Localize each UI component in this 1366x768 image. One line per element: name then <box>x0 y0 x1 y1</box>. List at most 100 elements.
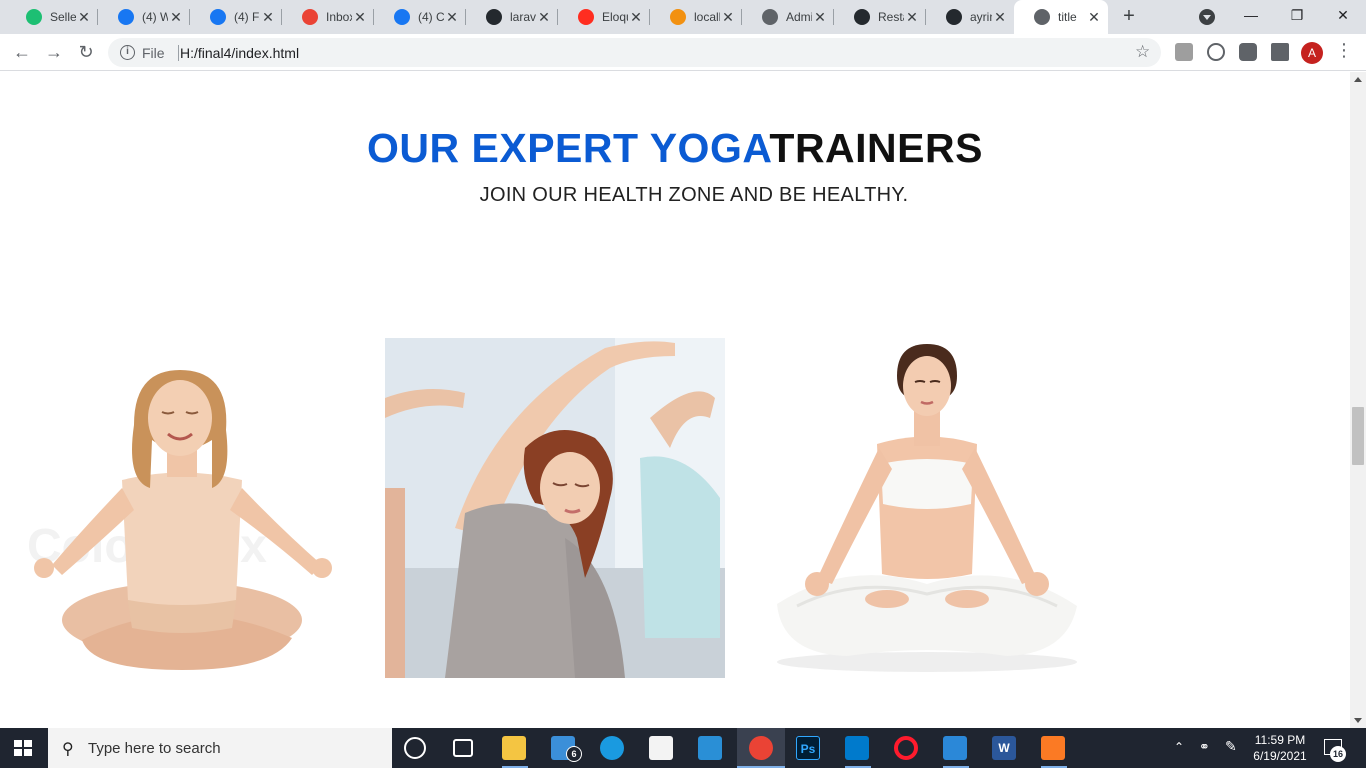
globe-icon <box>762 9 778 25</box>
browser-tab[interactable]: (4) Cl✕ <box>374 0 466 34</box>
profile-avatar[interactable]: A <box>1301 42 1323 64</box>
fiverr-icon <box>26 9 42 25</box>
file-explorer-icon[interactable] <box>502 736 526 760</box>
laravel-icon <box>578 9 594 25</box>
heading-accent: OUR EXPERT YOGA <box>367 125 770 171</box>
tab-label: larave <box>510 10 536 24</box>
chrome-icon[interactable] <box>749 736 773 760</box>
tab-label: Inbox <box>326 10 352 24</box>
window-close-button[interactable]: ✕ <box>1320 0 1366 30</box>
page-viewport: OUR EXPERT YOGATRAINERS JOIN OUR HEALTH … <box>0 72 1350 728</box>
github-icon <box>946 9 962 25</box>
taskbar-clock[interactable]: 11:59 PM 6/19/2021 <box>1250 732 1310 764</box>
browser-tab[interactable]: Seller✕ <box>6 0 98 34</box>
browser-toolbar: ← → ↻ i File H:/final4/index.html ☆ A ⋮ <box>0 34 1366 71</box>
scroll-up-arrow-icon[interactable] <box>1354 77 1362 82</box>
pdf-extension-icon[interactable] <box>1175 43 1193 61</box>
tab-close-icon[interactable]: ✕ <box>76 9 92 25</box>
store-icon[interactable] <box>649 736 673 760</box>
info-icon[interactable]: i <box>120 45 135 60</box>
trainer-image-1: Colourbox <box>27 370 332 670</box>
browser-tab[interactable]: Resta✕ <box>834 0 926 34</box>
reload-button[interactable]: ↻ <box>72 38 100 66</box>
taskbar-search-box[interactable]: ⚲ Type here to search <box>48 728 392 768</box>
new-tab-button[interactable]: + <box>1117 5 1141 29</box>
tab-label: title <box>1058 10 1077 24</box>
opera-icon[interactable] <box>894 736 918 760</box>
back-button[interactable]: ← <box>8 38 36 66</box>
cortana-icon[interactable] <box>404 737 426 759</box>
browser-tab[interactable]: Inbox✕ <box>282 0 374 34</box>
tab-close-icon[interactable]: ✕ <box>720 9 736 25</box>
scheme-label: File <box>142 45 165 61</box>
page-scrollbar[interactable] <box>1350 72 1366 728</box>
media-player-icon[interactable] <box>943 736 967 760</box>
xampp-icon[interactable] <box>1041 736 1065 760</box>
minimize-button[interactable]: — <box>1228 0 1274 30</box>
tab-label: Resta <box>878 10 904 24</box>
extensions-puzzle-icon[interactable] <box>1271 43 1289 61</box>
tab-close-icon[interactable]: ✕ <box>536 9 552 25</box>
tab-label: (4) Fa <box>234 10 260 24</box>
scroll-down-arrow-icon[interactable] <box>1354 718 1362 723</box>
trainer-image-3 <box>777 344 1077 672</box>
tab-close-icon[interactable]: ✕ <box>352 9 368 25</box>
forward-button[interactable]: → <box>40 38 68 66</box>
app-window-icon[interactable] <box>698 736 722 760</box>
tab-label: Admi <box>786 10 812 24</box>
scrollbar-thumb[interactable] <box>1352 407 1364 465</box>
github-icon <box>854 9 870 25</box>
maximize-button[interactable]: ❐ <box>1274 0 1320 30</box>
address-separator <box>178 45 179 61</box>
pen-icon[interactable]: ✎ <box>1225 738 1237 755</box>
taskbar: ⚲ Type here to search 6 Ps W ⌃ ⚭ ✎ 11:59… <box>0 728 1366 768</box>
browser-tab[interactable]: Eloqu✕ <box>558 0 650 34</box>
heading-rest: TRAINERS <box>769 125 983 171</box>
bookmark-star-icon[interactable]: ☆ <box>1135 42 1150 62</box>
edge-icon[interactable] <box>600 736 624 760</box>
tab-label: localh <box>694 10 720 24</box>
task-view-icon[interactable] <box>453 739 473 757</box>
tab-strip: Seller✕(4) W✕(4) Fa✕Inbox✕(4) Cl✕larave✕… <box>0 0 1366 34</box>
photoshop-icon[interactable]: Ps <box>796 736 820 760</box>
browser-tab[interactable]: localh✕ <box>650 0 742 34</box>
network-icon[interactable]: ⚭ <box>1199 739 1210 755</box>
facebook-icon <box>394 9 410 25</box>
clock-date: 6/19/2021 <box>1253 749 1307 763</box>
word-icon[interactable]: W <box>992 736 1016 760</box>
search-icon: ⚲ <box>62 741 74 758</box>
tab-close-icon[interactable]: ✕ <box>628 9 644 25</box>
tab-close-icon[interactable]: ✕ <box>992 9 1008 25</box>
tab-close-icon[interactable]: ✕ <box>1086 9 1102 25</box>
tab-close-icon[interactable]: ✕ <box>168 9 184 25</box>
url-text[interactable]: H:/final4/index.html <box>180 45 299 61</box>
menu-dots-icon[interactable]: ⋮ <box>1335 40 1353 61</box>
cloud-extension-icon[interactable] <box>1207 43 1225 61</box>
facebook-icon <box>118 9 134 25</box>
tab-close-icon[interactable]: ✕ <box>904 9 920 25</box>
tab-label: Seller <box>50 10 76 24</box>
address-bar[interactable]: i File H:/final4/index.html ☆ <box>108 38 1161 67</box>
browser-tab[interactable]: title ✕ <box>1014 0 1108 34</box>
gmail-icon <box>302 9 318 25</box>
section-subheading: JOIN OUR HEALTH ZONE AND BE HEALTHY. <box>479 184 909 206</box>
windows-start-icon[interactable] <box>14 740 32 756</box>
tray-chevron-icon[interactable]: ⌃ <box>1174 740 1184 754</box>
browser-tab[interactable]: Admi ✕ <box>742 0 834 34</box>
taskbar-search-placeholder: Type here to search <box>88 740 221 757</box>
camera-extension-icon[interactable] <box>1239 43 1257 61</box>
tab-search-icon[interactable] <box>1199 9 1215 25</box>
facebook-icon <box>210 9 226 25</box>
tab-close-icon[interactable]: ✕ <box>260 9 276 25</box>
browser-tab[interactable]: larave✕ <box>466 0 558 34</box>
clock-time: 11:59 PM <box>1254 733 1306 747</box>
tab-close-icon[interactable]: ✕ <box>812 9 828 25</box>
browser-tab[interactable]: ayrin✕ <box>926 0 1014 34</box>
browser-tab[interactable]: (4) W ✕ <box>98 0 190 34</box>
browser-tab[interactable]: (4) Fa✕ <box>190 0 282 34</box>
tab-close-icon[interactable]: ✕ <box>444 9 460 25</box>
tab-label: Eloqu <box>602 10 628 24</box>
vscode-icon[interactable] <box>845 736 869 760</box>
tab-label: ayrin <box>970 10 992 24</box>
tab-label: (4) Cl <box>418 10 444 24</box>
